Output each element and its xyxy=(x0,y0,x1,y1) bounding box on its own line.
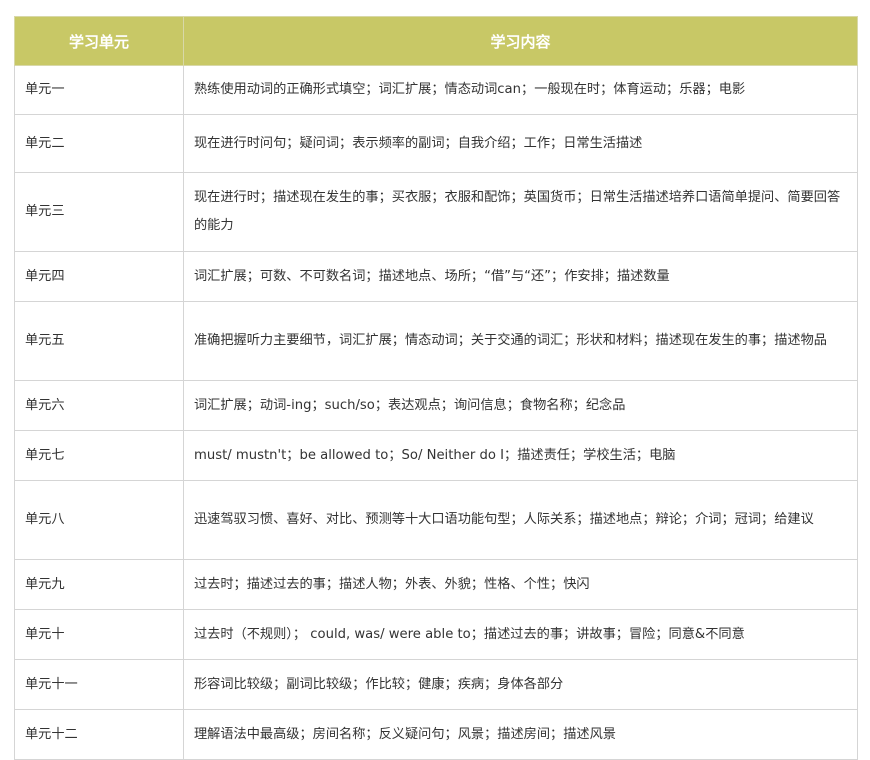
content-cell: 过去时（不规则）； could, was/ were able to；描述过去的… xyxy=(183,609,858,660)
unit-cell: 单元二 xyxy=(14,114,184,173)
table-row: 单元三 现在进行时；描述现在发生的事；买衣服；衣服和配饰；英国货币；日常生活描述… xyxy=(14,172,858,252)
table-row: 单元八 迅速驾驭习惯、喜好、对比、预测等十大口语功能句型；人际关系；描述地点；辩… xyxy=(14,480,858,560)
table-row: 单元十一 形容词比较级；副词比较级；作比较；健康；疾病；身体各部分 xyxy=(14,659,858,710)
header-unit: 学习单元 xyxy=(14,16,184,66)
content-cell: 词汇扩展；动词-ing；such/so；表达观点；询问信息；食物名称；纪念品 xyxy=(183,380,858,431)
content-cell: 准确把握听力主要细节，词汇扩展；情态动词；关于交通的词汇；形状和材料；描述现在发… xyxy=(183,301,858,381)
content-cell: 形容词比较级；副词比较级；作比较；健康；疾病；身体各部分 xyxy=(183,659,858,710)
content-cell: 熟练使用动词的正确形式填空；词汇扩展；情态动词can；一般现在时；体育运动；乐器… xyxy=(183,65,858,115)
unit-cell: 单元六 xyxy=(14,380,184,431)
header-content: 学习内容 xyxy=(183,16,858,66)
unit-cell: 单元十二 xyxy=(14,709,184,760)
table-row: 单元六 词汇扩展；动词-ing；such/so；表达观点；询问信息；食物名称；纪… xyxy=(14,380,858,431)
unit-cell: 单元七 xyxy=(14,430,184,481)
table-row: 单元十 过去时（不规则）； could, was/ were able to；描… xyxy=(14,609,858,660)
table-row: 单元九 过去时；描述过去的事；描述人物；外表、外貌；性格、个性；快闪 xyxy=(14,559,858,610)
curriculum-table-container: 学习单元 学习内容 单元一 熟练使用动词的正确形式填空；词汇扩展；情态动词can… xyxy=(14,16,858,760)
table-row: 单元一 熟练使用动词的正确形式填空；词汇扩展；情态动词can；一般现在时；体育运… xyxy=(14,65,858,115)
content-cell: 现在进行时问句；疑问词；表示频率的副词；自我介绍；工作；日常生活描述 xyxy=(183,114,858,173)
table-row: 单元七 must/ mustn't；be allowed to；So/ Neit… xyxy=(14,430,858,481)
unit-cell: 单元九 xyxy=(14,559,184,610)
table-row: 单元十二 理解语法中最高级；房间名称；反义疑问句；风景；描述房间；描述风景 xyxy=(14,709,858,760)
unit-cell: 单元八 xyxy=(14,480,184,560)
table-header-row: 学习单元 学习内容 xyxy=(14,16,858,66)
unit-cell: 单元五 xyxy=(14,301,184,381)
table-row: 单元二 现在进行时问句；疑问词；表示频率的副词；自我介绍；工作；日常生活描述 xyxy=(14,114,858,173)
content-cell: must/ mustn't；be allowed to；So/ Neither … xyxy=(183,430,858,481)
table-row: 单元五 准确把握听力主要细节，词汇扩展；情态动词；关于交通的词汇；形状和材料；描… xyxy=(14,301,858,381)
unit-cell: 单元十 xyxy=(14,609,184,660)
content-cell: 词汇扩展；可数、不可数名词；描述地点、场所；“借”与“还”；作安排；描述数量 xyxy=(183,251,858,302)
unit-cell: 单元四 xyxy=(14,251,184,302)
content-cell: 迅速驾驭习惯、喜好、对比、预测等十大口语功能句型；人际关系；描述地点；辩论；介词… xyxy=(183,480,858,560)
unit-cell: 单元三 xyxy=(14,172,184,252)
curriculum-table: 学习单元 学习内容 单元一 熟练使用动词的正确形式填空；词汇扩展；情态动词can… xyxy=(14,16,858,760)
unit-cell: 单元十一 xyxy=(14,659,184,710)
content-cell: 理解语法中最高级；房间名称；反义疑问句；风景；描述房间；描述风景 xyxy=(183,709,858,760)
content-cell: 现在进行时；描述现在发生的事；买衣服；衣服和配饰；英国货币；日常生活描述培养口语… xyxy=(183,172,858,252)
table-row: 单元四 词汇扩展；可数、不可数名词；描述地点、场所；“借”与“还”；作安排；描述… xyxy=(14,251,858,302)
unit-cell: 单元一 xyxy=(14,65,184,115)
content-cell: 过去时；描述过去的事；描述人物；外表、外貌；性格、个性；快闪 xyxy=(183,559,858,610)
